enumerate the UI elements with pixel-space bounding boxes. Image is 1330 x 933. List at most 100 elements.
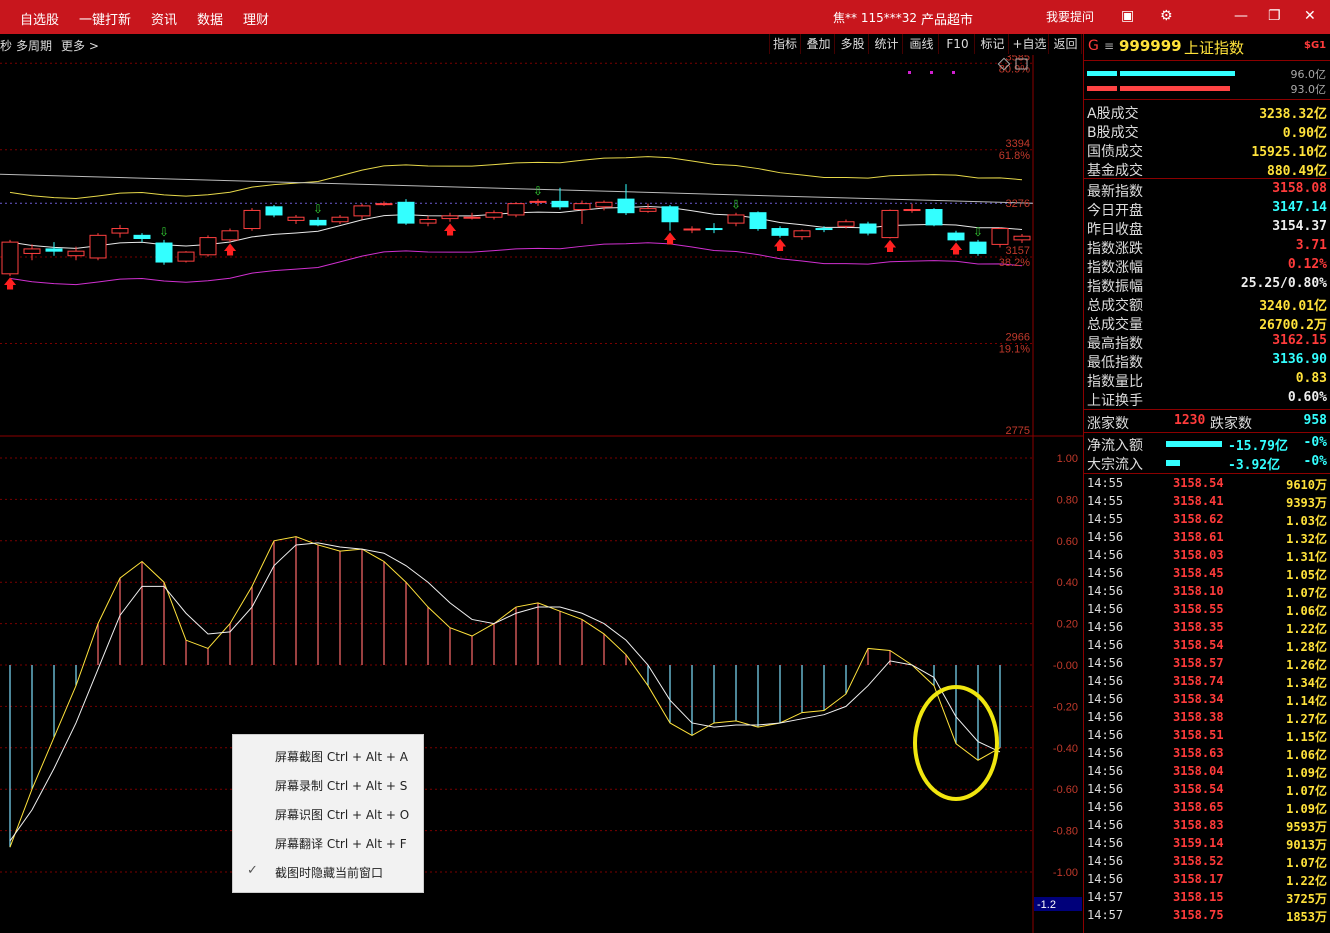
bar-up-2: [1120, 71, 1235, 76]
tick-row: 14:56 3158.04 1.09亿: [1086, 764, 1329, 782]
tick-price: 3158.54: [1173, 476, 1224, 490]
dif-line: [9, 536, 1001, 848]
bar-dn-2: [1120, 86, 1230, 91]
stat-row: 总成交量 26700.2万: [1086, 314, 1329, 333]
stat-row: 上证换手 0.60%: [1086, 390, 1329, 409]
candle-body: [485, 212, 503, 218]
dec-label: 跌家数: [1210, 416, 1252, 432]
nav-ipo[interactable]: 一键打新: [79, 9, 131, 28]
tick-time: 14:55: [1087, 476, 1124, 490]
flow-value: -3.92亿: [1228, 458, 1281, 473]
stat-value: 0.83: [1295, 371, 1327, 386]
draw-line-button[interactable]: 画线: [905, 34, 939, 54]
back-button[interactable]: 返回: [1050, 34, 1082, 54]
more-button[interactable]: 更多 >: [61, 37, 99, 54]
turnover-value: 15925.10亿: [1251, 145, 1327, 160]
bar-value-1: 96.0亿: [1290, 68, 1327, 81]
period-seconds[interactable]: 秒: [0, 37, 12, 54]
menu-ocr[interactable]: 屏幕识图 Ctrl + Alt + O: [275, 806, 409, 826]
candle-body: [331, 216, 349, 223]
menu-translate[interactable]: 屏幕翻译 Ctrl + Alt + F: [275, 835, 407, 855]
tick-price: 3158.17: [1173, 872, 1224, 886]
cube-icon[interactable]: ▣: [1121, 8, 1134, 24]
overlay-button[interactable]: 叠加: [803, 34, 835, 54]
tick-price: 3158.83: [1173, 818, 1224, 832]
tick-time: 14:56: [1087, 764, 1124, 778]
price-tick-label: 2775: [1006, 425, 1030, 437]
tick-volume: 3725万: [1286, 892, 1327, 906]
close-icon[interactable]: ✕: [1304, 8, 1316, 24]
tick-price: 3158.10: [1173, 584, 1224, 598]
f10-button[interactable]: F10: [941, 34, 975, 54]
adv-dec-row: 涨家数 1230 跌家数 958: [1086, 413, 1329, 432]
menu-hide-window[interactable]: 截图时隐藏当前窗口: [275, 864, 383, 884]
mark-button[interactable]: 标记: [977, 34, 1009, 54]
tick-price: 3158.75: [1173, 908, 1224, 922]
buy-arrow-icon: 🡅: [883, 240, 896, 255]
osc-tick-label: -0.60: [1053, 784, 1078, 796]
candle-body: [287, 216, 305, 221]
turnover-label: B股成交: [1087, 125, 1139, 141]
tick-row: 14:57 3158.15 3725万: [1086, 890, 1329, 908]
stat-row: 指数量比 0.83: [1086, 371, 1329, 390]
stat-value: 3158.08: [1272, 181, 1327, 196]
candle-body: [243, 209, 261, 230]
candle-body: [67, 250, 85, 257]
statistics-button[interactable]: 统计: [871, 34, 903, 54]
tick-volume: 1.09亿: [1286, 802, 1327, 816]
tick-volume: 1.31亿: [1286, 550, 1327, 564]
stat-label: 今日开盘: [1087, 203, 1143, 219]
add-watchlist-button[interactable]: +自选: [1011, 34, 1049, 54]
restore-icon[interactable]: ❐: [1268, 8, 1281, 24]
menu-icon[interactable]: ≡: [1104, 39, 1114, 53]
stat-label: 最新指数: [1087, 184, 1143, 200]
tick-volume: 1.14亿: [1286, 694, 1327, 708]
candle-body: [155, 242, 173, 263]
nav-finance[interactable]: 理财: [243, 9, 269, 28]
osc-tick-label: -0.20: [1053, 701, 1078, 713]
stat-label: 最高指数: [1087, 336, 1143, 352]
nav-news[interactable]: 资讯: [151, 9, 177, 28]
multi-stock-button[interactable]: 多股: [837, 34, 869, 54]
tick-row: 14:56 3158.61 1.32亿: [1086, 530, 1329, 548]
indicator-dot: [930, 71, 933, 74]
price-pct-label: 38.2%: [999, 257, 1030, 269]
candle-body: [353, 205, 371, 217]
candle-body: [749, 212, 767, 230]
ask-question-link[interactable]: 我要提问: [1046, 8, 1094, 25]
minimize-icon[interactable]: —: [1234, 8, 1248, 24]
menu-record[interactable]: 屏幕录制 Ctrl + Alt + S: [275, 777, 407, 797]
buy-arrow-icon: 🡅: [223, 243, 236, 258]
tick-row: 14:56 3158.55 1.06亿: [1086, 602, 1329, 620]
candle-body: [199, 237, 217, 256]
account-label[interactable]: 焦** 115***32: [833, 9, 917, 26]
gear-icon[interactable]: ⚙: [1160, 8, 1173, 24]
tick-row: 14:56 3158.63 1.06亿: [1086, 746, 1329, 764]
tick-price: 3158.61: [1173, 530, 1224, 544]
menu-screenshot[interactable]: 屏幕截图 Ctrl + Alt + A: [275, 748, 408, 768]
bar-value-2: 93.0亿: [1290, 83, 1327, 96]
product-market-link[interactable]: 产品超市: [921, 9, 973, 28]
candle-body: [837, 221, 855, 227]
quote-code: 999999: [1119, 37, 1182, 55]
stat-label: 指数量比: [1087, 374, 1143, 390]
tick-row: 14:56 3158.52 1.07亿: [1086, 854, 1329, 872]
tick-volume: 1.06亿: [1286, 748, 1327, 762]
tick-row: 14:56 3158.34 1.14亿: [1086, 692, 1329, 710]
nav-data[interactable]: 数据: [197, 9, 223, 28]
stat-value: 3162.15: [1272, 333, 1327, 348]
tick-volume: 9013万: [1286, 838, 1327, 852]
price-pct-label: 19.1%: [999, 344, 1030, 356]
indicator-button[interactable]: 指标: [769, 34, 801, 54]
turnover-label: A股成交: [1087, 106, 1139, 122]
candle-body: [463, 216, 481, 219]
tick-row: 14:56 3159.14 9013万: [1086, 836, 1329, 854]
multi-period-button[interactable]: 多周期: [16, 37, 52, 54]
nav-watchlist[interactable]: 自选股: [20, 9, 59, 28]
tick-time: 14:56: [1087, 836, 1124, 850]
tick-time: 14:56: [1087, 638, 1124, 652]
tick-volume: 1.27亿: [1286, 712, 1327, 726]
kline-chart[interactable]: 🡅 🡅 🡅 🡅 🡅 🡅 🡅 ⇩ ⇩ ⇩ ⇩ ⇩ 1.00 0.80 0.60 0.40 0.20 -0.00 -0…: [0, 55, 1083, 933]
flow-label: 净流入额: [1087, 438, 1143, 454]
tick-price: 3158.34: [1173, 692, 1224, 706]
